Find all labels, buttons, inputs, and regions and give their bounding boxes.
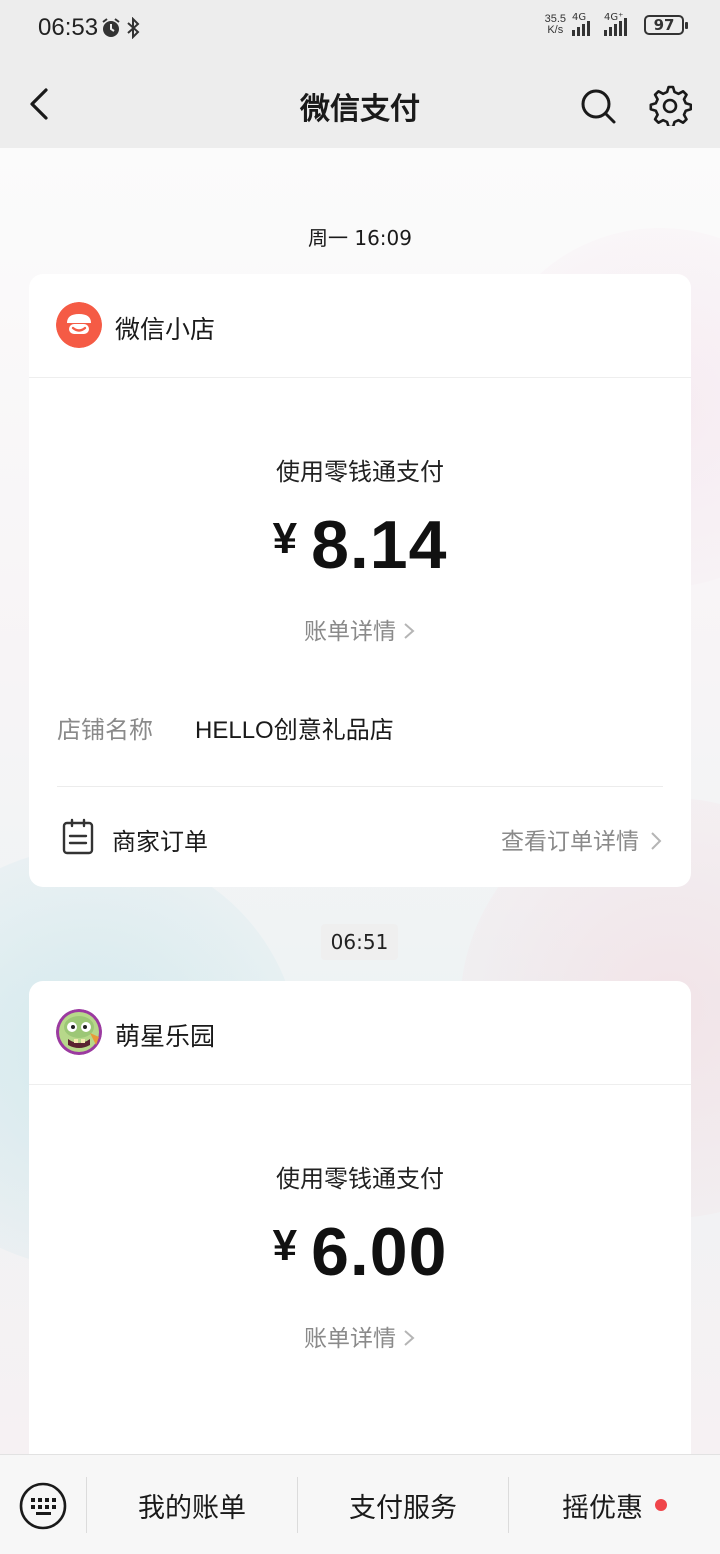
signal-strength-icon: 4G: [572, 12, 598, 36]
payment-amount: ¥6.00: [29, 1213, 691, 1291]
tab-shake-discounts[interactable]: 摇优惠: [509, 1455, 720, 1554]
status-time: 06:53: [38, 14, 99, 41]
payment-method: 使用零钱通支付: [276, 458, 444, 486]
bluetooth-icon: [127, 17, 140, 39]
bill-details-link[interactable]: 账单详情: [29, 1319, 691, 1353]
view-order-details-link[interactable]: 查看订单详情: [501, 822, 663, 856]
card-header: 萌星乐园: [29, 981, 691, 1085]
tab-my-bills[interactable]: 我的账单: [87, 1455, 297, 1554]
payment-method: 使用零钱通支付: [276, 1165, 444, 1193]
battery-icon: 97: [644, 15, 688, 35]
message-timestamp: 周一 16:09: [308, 226, 412, 250]
tab-payment-services[interactable]: 支付服务: [298, 1455, 508, 1554]
chevron-right-icon: [404, 1330, 415, 1346]
merchant-avatar-zombie: [56, 1009, 102, 1055]
status-bar: 06:53 35.5 K/s 4G 4G⁺ 97: [0, 0, 720, 60]
store-name-value: HELLO创意礼品店: [195, 717, 394, 744]
message-timestamp: 06:51: [321, 924, 398, 960]
payment-card[interactable]: 萌星乐园 使用零钱通支付 ¥6.00 账单详情: [29, 981, 691, 1454]
nav-bar: 微信支付: [0, 60, 720, 148]
gear-icon[interactable]: [648, 82, 692, 126]
chevron-right-icon: [404, 623, 415, 639]
payment-amount: ¥8.14: [29, 506, 691, 584]
divider: [57, 786, 663, 787]
notification-dot: [655, 1499, 667, 1511]
bottom-menu-bar: 我的账单 支付服务 摇优惠: [0, 1454, 720, 1554]
keyboard-icon[interactable]: [18, 1481, 68, 1531]
wechat-shop-avatar: [56, 302, 102, 348]
amount-value: 8.14: [311, 507, 448, 583]
signal-strength-icon-2: 4G⁺: [604, 12, 638, 36]
merchant-order-label: 商家订单: [112, 828, 208, 856]
message-list[interactable]: 周一 16:09 微信小店 使用零钱通支付 ¥8.14 账单详情 店铺名称 HE…: [0, 148, 720, 1454]
network-speed: 35.5 K/s: [544, 13, 566, 36]
alarm-icon: [102, 18, 120, 37]
card-header: 微信小店: [29, 274, 691, 378]
payment-card[interactable]: 微信小店 使用零钱通支付 ¥8.14 账单详情 店铺名称 HELLO创意礼品店 …: [29, 274, 691, 887]
amount-value: 6.00: [311, 1214, 448, 1290]
order-list-icon: [62, 818, 94, 855]
currency-symbol: ¥: [272, 514, 298, 563]
chevron-right-icon: [651, 832, 662, 850]
store-name-label: 店铺名称: [57, 716, 153, 744]
merchant-name: 微信小店: [115, 315, 216, 344]
merchant-name: 萌星乐园: [115, 1022, 216, 1051]
bill-details-link[interactable]: 账单详情: [29, 612, 691, 646]
search-icon[interactable]: [576, 84, 620, 128]
currency-symbol: ¥: [272, 1221, 298, 1270]
